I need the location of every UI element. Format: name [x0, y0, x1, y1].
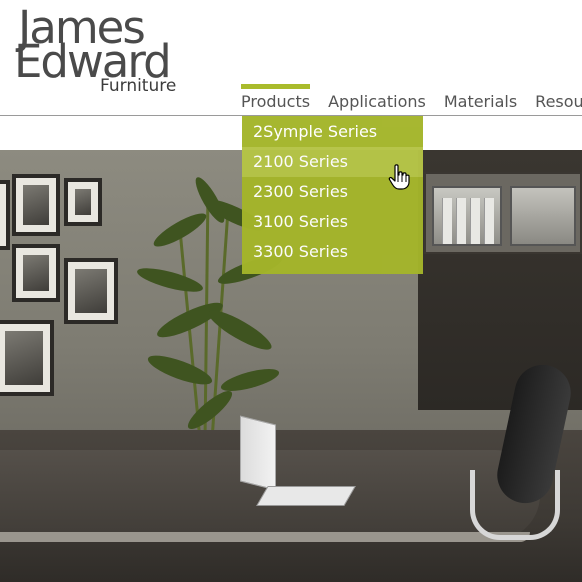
- hero-picture-frame: [12, 244, 60, 302]
- hero-cabinet-glass-left: [432, 186, 502, 246]
- hero-binder: [470, 198, 480, 244]
- nav-item-resources[interactable]: Resou: [526, 84, 582, 116]
- hand-pointer-icon: [388, 164, 410, 190]
- site-header: James Edward Furniture Products Applicat…: [0, 0, 582, 116]
- hero-laptop-screen: [240, 415, 276, 491]
- hero-overhead-cabinet: [424, 172, 582, 254]
- hero-picture-frame: [0, 180, 10, 250]
- hero-binder: [484, 198, 494, 244]
- james-edward-logo[interactable]: James Edward Furniture: [14, 4, 189, 97]
- dropdown-item-2symple-series[interactable]: 2Symple Series: [242, 117, 423, 147]
- hero-laptop-base: [256, 486, 356, 506]
- logo-text-furniture: Furniture: [100, 76, 177, 96]
- products-dropdown-menu: 2Symple Series 2100 Series 2300 Series 3…: [242, 116, 423, 274]
- hero-picture: [75, 269, 107, 313]
- nav-item-applications[interactable]: Applications: [319, 84, 435, 116]
- nav-item-products[interactable]: Products: [232, 84, 319, 116]
- hero-picture: [23, 255, 49, 291]
- hero-chair-frame: [470, 470, 560, 540]
- dropdown-item-3300-series[interactable]: 3300 Series: [242, 237, 423, 267]
- hero-picture: [23, 185, 49, 225]
- hero-binder: [442, 198, 452, 244]
- hero-picture-frame: [0, 320, 54, 396]
- hero-picture: [5, 331, 43, 385]
- hero-picture-frame: [64, 178, 102, 226]
- dropdown-item-3100-series[interactable]: 3100 Series: [242, 207, 423, 237]
- hero-desk-edge: [0, 532, 530, 542]
- main-nav: Products Applications Materials Resou: [232, 84, 582, 116]
- hero-binder: [456, 198, 466, 244]
- hero-picture: [75, 189, 91, 215]
- nav-item-materials[interactable]: Materials: [435, 84, 526, 116]
- hero-picture-frame: [12, 174, 60, 236]
- hero-cabinet-glass-right: [510, 186, 576, 246]
